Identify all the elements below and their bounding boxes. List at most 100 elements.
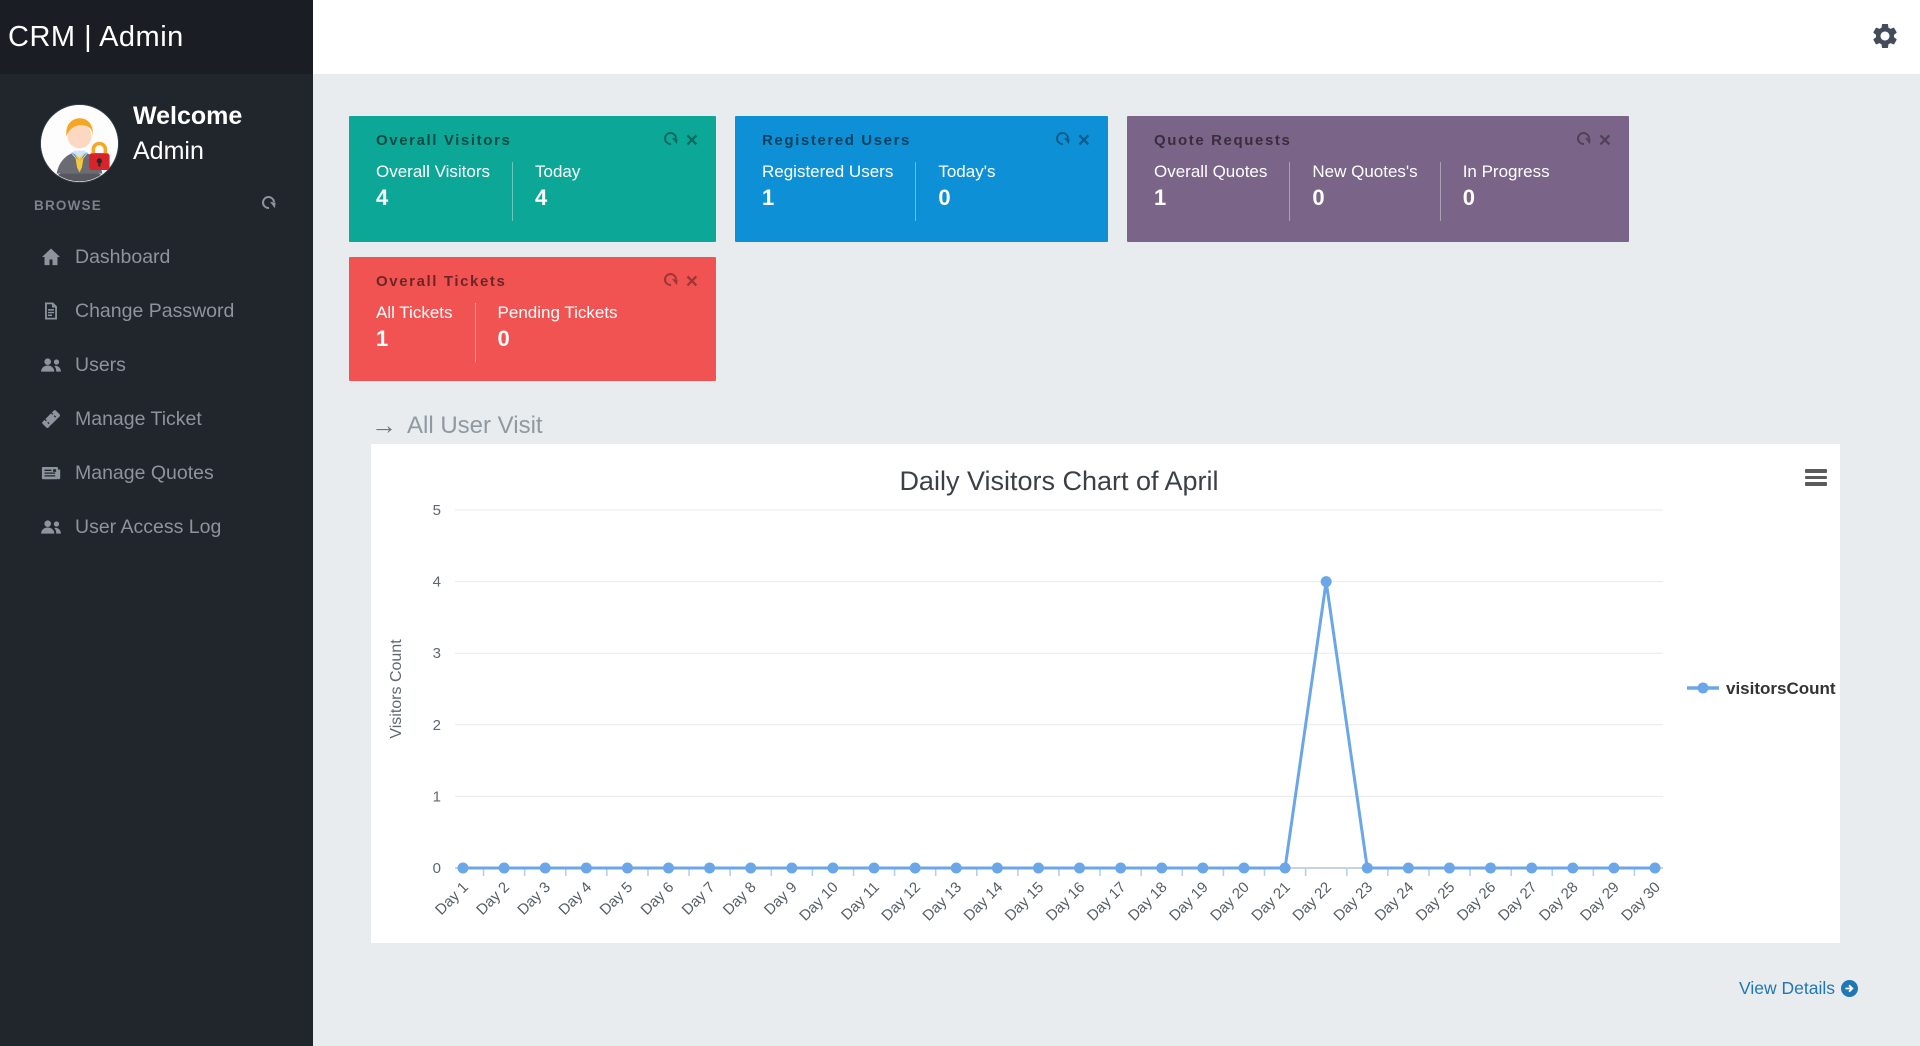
welcome-username: Admin (133, 134, 242, 169)
svg-text:Day 9: Day 9 (761, 879, 801, 919)
refresh-icon[interactable] (1056, 132, 1069, 150)
stat-label: Pending Tickets (498, 303, 618, 323)
card-title: Registered Users (762, 132, 911, 149)
avatar-illustration (41, 105, 118, 182)
close-icon[interactable]: × (686, 134, 698, 148)
svg-text:Day 12: Day 12 (878, 879, 924, 925)
svg-text:Day 28: Day 28 (1536, 879, 1582, 925)
card-title: Overall Visitors (376, 132, 511, 149)
sidebar-nav: Dashboard Change Password Users Manage T… (0, 230, 313, 554)
sidebar-item-manage-ticket[interactable]: Manage Ticket (0, 392, 313, 446)
stat-value: 0 (1312, 185, 1417, 211)
sidebar-item-label: Manage Quotes (75, 462, 214, 485)
browse-row: BROWSE (0, 196, 313, 214)
svg-text:Day 11: Day 11 (838, 879, 883, 924)
section-heading-all-user-visit: → All User Visit (371, 410, 543, 441)
svg-text:Day 15: Day 15 (1002, 879, 1048, 925)
browse-label: BROWSE (34, 198, 102, 213)
right-arrow-icon: → (371, 410, 397, 441)
svg-text:Daily Visitors Chart of April: Daily Visitors Chart of April (899, 466, 1218, 496)
close-icon[interactable]: × (1599, 134, 1611, 148)
stat-label: New Quotes's (1312, 162, 1417, 182)
sidebar-item-dashboard[interactable]: Dashboard (0, 230, 313, 284)
stat-label: Today's (938, 162, 995, 182)
svg-text:Day 2: Day 2 (473, 879, 513, 919)
daily-visitors-chart: Daily Visitors Chart of April012345Day 1… (371, 444, 1840, 943)
svg-text:Day 3: Day 3 (514, 879, 554, 919)
svg-text:Day 17: Day 17 (1084, 879, 1130, 925)
svg-text:Day 23: Day 23 (1330, 879, 1376, 925)
stat-value: 0 (498, 326, 618, 352)
svg-text:Day 7: Day 7 (679, 879, 719, 919)
svg-text:Day 19: Day 19 (1166, 879, 1212, 925)
ticket-icon (40, 409, 62, 429)
svg-text:Day 25: Day 25 (1413, 879, 1459, 925)
sidebar-item-label: Dashboard (75, 246, 170, 269)
svg-text:Visitors Count: Visitors Count (388, 639, 405, 739)
stat-value: 4 (376, 185, 490, 211)
stat-label: Overall Visitors (376, 162, 490, 182)
welcome-text: Welcome (133, 99, 242, 134)
sidebar-item-label: Change Password (75, 300, 234, 323)
stat-value: 1 (1154, 185, 1267, 211)
svg-text:Day 1: Day 1 (432, 879, 472, 919)
refresh-icon[interactable] (1577, 132, 1590, 150)
sidebar-item-manage-quotes[interactable]: Manage Quotes (0, 446, 313, 500)
card-overall-visitors: Overall Visitors × Overall Visitors 4 Tod… (349, 116, 716, 242)
svg-text:Day 14: Day 14 (961, 879, 1007, 925)
sidebar-item-label: Manage Ticket (75, 408, 202, 431)
svg-text:0: 0 (433, 860, 441, 877)
svg-text:Day 5: Day 5 (597, 879, 637, 919)
gear-icon[interactable] (1870, 21, 1900, 51)
section-heading-label: All User Visit (407, 412, 543, 440)
refresh-icon[interactable] (262, 196, 275, 214)
close-icon[interactable]: × (1078, 134, 1090, 148)
sidebar-item-users[interactable]: Users (0, 338, 313, 392)
svg-text:Day 26: Day 26 (1454, 879, 1500, 925)
view-details-label: View Details (1739, 978, 1835, 999)
svg-text:Day 27: Day 27 (1495, 879, 1541, 925)
stat-value: 0 (1463, 185, 1550, 211)
svg-text:5: 5 (433, 502, 441, 519)
stat-label: Registered Users (762, 162, 893, 182)
sidebar-item-label: User Access Log (75, 516, 221, 539)
svg-text:4: 4 (433, 574, 441, 591)
svg-text:Day 29: Day 29 (1577, 879, 1623, 925)
sidebar-item-user-access-log[interactable]: User Access Log (0, 500, 313, 554)
file-icon (40, 301, 62, 321)
daily-visitors-chart-panel: Daily Visitors Chart of April012345Day 1… (371, 444, 1840, 943)
card-registered-users: Registered Users × Registered Users 1 Tod… (735, 116, 1108, 242)
sidebar-header: CRM | Admin (0, 0, 313, 74)
users-icon (40, 518, 62, 536)
stat-label: Today (535, 162, 580, 182)
svg-text:visitorsCount: visitorsCount (1726, 679, 1836, 698)
close-icon[interactable]: × (686, 275, 698, 289)
svg-text:Day 16: Day 16 (1043, 879, 1089, 925)
stat-value: 0 (938, 185, 995, 211)
users-icon (40, 356, 62, 374)
hamburger-menu-icon[interactable] (1805, 469, 1827, 486)
svg-text:Day 10: Day 10 (796, 879, 842, 925)
svg-text:Day 4: Day 4 (555, 879, 595, 919)
stat-label: In Progress (1463, 162, 1550, 182)
stat-value: 4 (535, 185, 580, 211)
topbar (313, 0, 1920, 74)
view-details-link[interactable]: View Details (1739, 978, 1858, 999)
svg-text:Day 20: Day 20 (1207, 879, 1253, 925)
stat-value: 1 (762, 185, 893, 211)
svg-text:Day 21: Day 21 (1248, 879, 1294, 925)
svg-text:Day 30: Day 30 (1618, 879, 1664, 925)
sidebar: CRM | Admin Welcome Admin BROWSE (0, 0, 313, 1046)
sidebar-item-change-password[interactable]: Change Password (0, 284, 313, 338)
svg-text:3: 3 (433, 645, 441, 662)
app-title: CRM | Admin (8, 21, 184, 54)
home-icon (40, 247, 62, 267)
svg-text:Day 6: Day 6 (638, 879, 678, 919)
svg-text:Day 18: Day 18 (1125, 879, 1171, 925)
refresh-icon[interactable] (664, 132, 677, 150)
svg-text:Day 22: Day 22 (1289, 879, 1335, 925)
sidebar-item-label: Users (75, 354, 126, 377)
refresh-icon[interactable] (664, 273, 677, 291)
svg-text:Day 8: Day 8 (720, 879, 760, 919)
newspaper-icon (40, 464, 62, 482)
